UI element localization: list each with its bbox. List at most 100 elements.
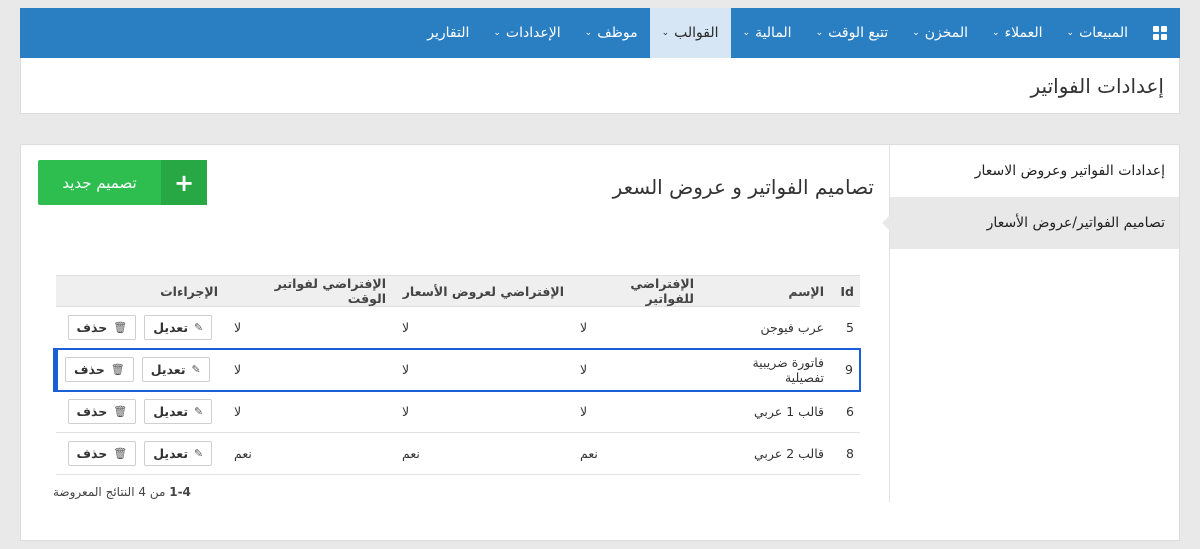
nav-label: موظف	[597, 25, 638, 41]
cell-id: 9	[832, 347, 861, 392]
cell-name: فاتورة ضريبية تفصيلية	[702, 347, 832, 392]
nav-label: القوالب	[674, 25, 719, 41]
nav-item-staff[interactable]: موظف ⌄	[573, 8, 650, 58]
cell-actions: حذف 🗑 تعديل ✎	[55, 432, 226, 475]
nav-label: المالية	[755, 25, 792, 41]
pencil-icon: ✎	[194, 447, 204, 460]
trash-icon: 🗑	[113, 405, 128, 419]
nav-item-reports[interactable]: التقارير	[415, 8, 481, 58]
nav-item-finance[interactable]: المالية ⌄	[731, 8, 804, 58]
cell-quote-default: لا	[394, 347, 572, 392]
edit-label: تعديل	[150, 362, 186, 377]
cell-invoice-default: نعم	[572, 432, 702, 475]
cell-actions: حذف 🗑 تعديل ✎	[55, 390, 226, 433]
new-design-label: تصميم جديد	[62, 173, 137, 192]
new-design-button[interactable]: + تصميم جديد	[38, 160, 207, 205]
page-title: إعدادات الفواتير	[1030, 74, 1165, 98]
col-header-time-default[interactable]: الإفتراضي لفواتير الوقت	[226, 275, 394, 307]
delete-button[interactable]: حذف 🗑	[67, 441, 137, 466]
section-title: تصاميم الفواتير و عروض السعر	[612, 175, 874, 199]
chevron-down-icon: ⌄	[912, 28, 920, 38]
result-text: من 4 النتائج المعروضة	[53, 485, 166, 499]
edit-label: تعديل	[153, 446, 189, 461]
cell-name: عرب فيوجن	[702, 306, 832, 349]
col-header-name[interactable]: الإسم	[702, 275, 832, 307]
chevron-down-icon: ⌄	[992, 28, 1000, 38]
cell-id: 6	[832, 390, 860, 433]
row-actions: حذف 🗑 تعديل ✎	[67, 441, 213, 466]
table-header-row: Id الإسم الإفتراضي للفواتير الإفتراضي لع…	[55, 275, 860, 307]
cell-quote-default: نعم	[394, 432, 572, 475]
delete-label: حذف	[76, 446, 108, 461]
cell-invoice-default: لا	[572, 306, 702, 349]
col-header-invoice-default[interactable]: الإفتراضي للفواتير	[572, 275, 702, 307]
edit-button[interactable]: تعديل ✎	[144, 399, 213, 425]
nav-item-sales[interactable]: المبيعات ⌄	[1055, 8, 1140, 58]
top-navbar: المبيعات ⌄ العملاء ⌄ المخزن ⌄ تتبع الوقت ⌄ ا…	[20, 8, 1180, 58]
delete-button[interactable]: حذف 🗑	[67, 399, 137, 425]
table-row[interactable]: 9 فاتورة ضريبية تفصيلية لا لا لا حذف 🗑 تع…	[53, 347, 861, 392]
cell-quote-default: لا	[394, 390, 572, 433]
row-actions: حذف 🗑 تعديل ✎	[67, 399, 213, 425]
chevron-down-icon: ⌄	[493, 28, 501, 38]
cell-invoice-default: لا	[572, 347, 702, 392]
trash-icon: 🗑	[110, 363, 125, 376]
nav-item-inventory[interactable]: المخزن ⌄	[900, 8, 980, 58]
result-count: 1-4 من 4 النتائج المعروضة	[53, 485, 191, 499]
cell-name: قالب 2 عربي	[702, 432, 832, 475]
edit-label: تعديل	[153, 404, 189, 420]
delete-label: حذف	[76, 319, 108, 335]
edit-button[interactable]: تعديل ✎	[144, 441, 213, 466]
sidebar-item-invoice-settings[interactable]: إعدادات الفواتير وعروض الاسعار	[890, 145, 1179, 197]
nav-label: المبيعات	[1079, 25, 1128, 41]
delete-button[interactable]: حذف 🗑	[67, 314, 137, 340]
plus-icon: +	[161, 160, 207, 205]
edit-label: تعديل	[153, 319, 189, 335]
cell-invoice-default: لا	[572, 390, 702, 433]
trash-icon: 🗑	[113, 320, 128, 334]
col-header-quote-default[interactable]: الإفتراضي لعروض الأسعار	[394, 275, 572, 307]
cell-time-default: لا	[226, 306, 394, 349]
nav-item-clients[interactable]: العملاء ⌄	[980, 8, 1055, 58]
row-actions: حذف 🗑 تعديل ✎	[67, 314, 213, 340]
nav-label: تتبع الوقت	[828, 25, 889, 41]
delete-button[interactable]: حذف 🗑	[65, 357, 134, 382]
designs-table: Id الإسم الإفتراضي للفواتير الإفتراضي لع…	[53, 275, 861, 475]
cell-time-default: نعم	[226, 432, 394, 475]
table-row[interactable]: 6 قالب 1 عربي لا لا لا حذف 🗑 تعديل ✎	[55, 390, 860, 433]
delete-label: حذف	[76, 404, 108, 420]
cell-id: 8	[832, 432, 860, 475]
chevron-down-icon: ⌄	[815, 28, 824, 38]
row-actions: حذف 🗑 تعديل ✎	[65, 357, 210, 382]
page-header: إعدادات الفواتير	[20, 58, 1180, 114]
col-header-id[interactable]: Id	[832, 275, 860, 307]
settings-sidebar: إعدادات الفواتير وعروض الاسعار تصاميم ال…	[882, 145, 1179, 502]
pencil-icon: ✎	[191, 363, 201, 376]
delete-label: حذف	[74, 362, 105, 377]
apps-grid-icon[interactable]	[1140, 8, 1180, 58]
chevron-down-icon: ⌄	[584, 28, 593, 38]
edit-button[interactable]: تعديل ✎	[141, 357, 210, 382]
cell-name: قالب 1 عربي	[702, 390, 832, 433]
cell-id: 5	[832, 306, 860, 349]
table-row[interactable]: 5 عرب فيوجن لا لا لا حذف 🗑 تعديل ✎	[55, 306, 860, 349]
pencil-icon: ✎	[194, 405, 204, 419]
main-panel: إعدادات الفواتير وعروض الاسعار تصاميم ال…	[20, 144, 1180, 541]
pencil-icon: ✎	[194, 320, 204, 334]
nav-label: التقارير	[427, 25, 470, 41]
sidebar-item-invoice-designs[interactable]: تصاميم الفواتير/عروض الأسعار	[882, 197, 1179, 249]
chevron-down-icon: ⌄	[1066, 28, 1075, 38]
nav-label: العملاء	[1004, 25, 1043, 41]
col-header-actions: الإجراءات	[55, 275, 226, 307]
cell-time-default: لا	[226, 347, 394, 392]
nav-item-settings[interactable]: الإعدادات ⌄	[481, 8, 572, 58]
table-row[interactable]: 8 قالب 2 عربي نعم نعم نعم حذف 🗑 تعديل ✎	[55, 432, 860, 475]
edit-button[interactable]: تعديل ✎	[144, 314, 213, 340]
cell-actions: حذف 🗑 تعديل ✎	[53, 347, 226, 392]
nav-item-templates[interactable]: القوالب ⌄	[649, 8, 731, 58]
nav-item-time-tracking[interactable]: تتبع الوقت ⌄	[804, 8, 901, 58]
result-range: 1-4	[169, 485, 191, 499]
chevron-down-icon: ⌄	[661, 28, 670, 38]
cell-actions: حذف 🗑 تعديل ✎	[55, 306, 226, 349]
chevron-down-icon: ⌄	[742, 28, 751, 38]
